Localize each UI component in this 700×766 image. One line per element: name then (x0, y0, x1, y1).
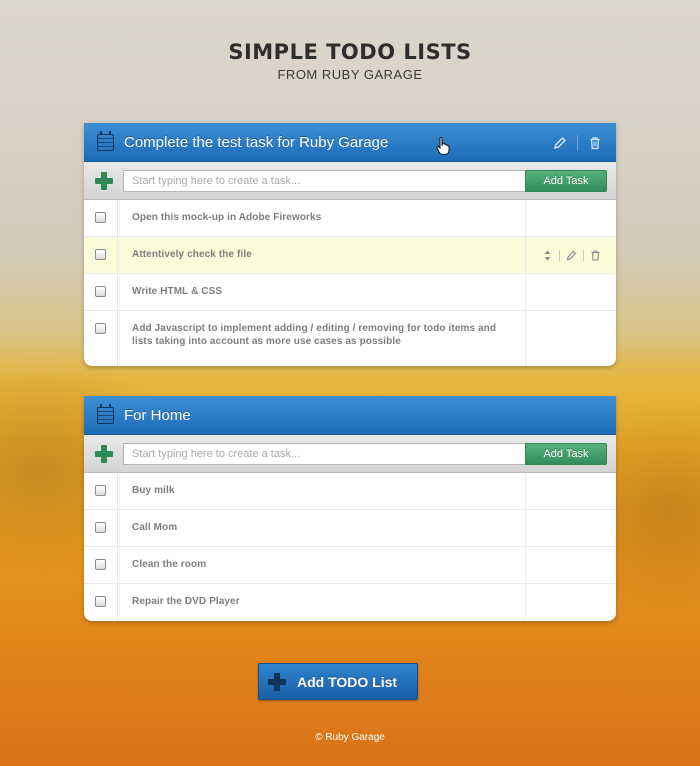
todo-list-title: For Home (124, 406, 191, 424)
task-row[interactable]: Write HTML & CSS (84, 274, 616, 311)
todo-list-header: For Home (84, 396, 616, 435)
divider (558, 249, 560, 261)
plus-icon (95, 444, 113, 463)
task-checkbox[interactable] (95, 522, 106, 533)
checkbox-cell (84, 274, 118, 310)
task-text: Buy milk (119, 473, 525, 509)
page-title: SIMPLE TODO LISTS (228, 40, 472, 64)
todo-list-header: Complete the test task for Ruby Garage (84, 123, 616, 162)
task-row[interactable]: Clean the room (84, 547, 616, 584)
task-checkbox[interactable] (95, 485, 106, 496)
task-checkbox[interactable] (95, 249, 106, 260)
checkbox-cell (84, 473, 118, 509)
task-text: Repair the DVD Player (119, 584, 525, 621)
task-text: Write HTML & CSS (119, 274, 525, 310)
pencil-icon[interactable] (566, 250, 577, 261)
trash-icon[interactable] (590, 249, 601, 261)
checkbox-cell (84, 311, 118, 366)
task-list: Open this mock-up in Adobe Fireworks Att… (84, 200, 616, 366)
pencil-icon[interactable] (553, 136, 567, 150)
task-text: Attentively check the file (119, 237, 525, 273)
footer-copyright: © Ruby Garage (315, 732, 385, 743)
task-list: Buy milk Call Mom Clean the room Repair … (84, 473, 616, 621)
todo-list-title: Complete the test task for Ruby Garage (124, 133, 389, 151)
add-task-row: Add Task (84, 435, 616, 473)
sort-icon[interactable] (542, 250, 553, 261)
new-task-input[interactable] (123, 169, 525, 192)
task-actions-cell (525, 547, 616, 583)
checkbox-cell (84, 584, 118, 621)
task-checkbox[interactable] (95, 559, 106, 570)
task-actions-cell (525, 274, 616, 310)
plus-icon (95, 171, 113, 190)
divider (577, 134, 578, 151)
add-task-button[interactable]: Add Task (525, 169, 607, 192)
trash-icon[interactable] (588, 136, 602, 150)
task-text: Open this mock-up in Adobe Fireworks (119, 200, 525, 236)
checkbox-cell (84, 510, 118, 546)
new-task-input[interactable] (123, 442, 525, 465)
task-row[interactable]: Buy milk (84, 473, 616, 510)
task-text: Clean the room (119, 547, 525, 583)
task-row[interactable]: Open this mock-up in Adobe Fireworks (84, 200, 616, 237)
task-actions-cell (525, 510, 616, 546)
task-actions-cell (525, 237, 616, 273)
task-checkbox[interactable] (95, 286, 106, 297)
add-todo-list-label: Add TODO List (297, 673, 398, 690)
plus-icon (268, 672, 286, 691)
task-row[interactable]: Call Mom (84, 510, 616, 547)
task-checkbox[interactable] (95, 212, 106, 223)
todo-list-card: Complete the test task for Ruby Garage A… (84, 123, 616, 366)
task-text: Call Mom (119, 510, 525, 546)
calendar-icon (97, 403, 114, 424)
page-header: SIMPLE TODO LISTS FROM RUBY GARAGE (0, 40, 700, 82)
add-task-button[interactable]: Add Task (525, 442, 607, 465)
task-actions-cell (525, 584, 616, 621)
todo-list-actions (553, 123, 602, 162)
task-checkbox[interactable] (95, 323, 106, 334)
task-row[interactable]: Repair the DVD Player (84, 584, 616, 621)
task-actions-cell (525, 200, 616, 236)
task-text: Add Javascript to implement adding / edi… (119, 311, 525, 366)
task-row[interactable]: Attentively check the file (84, 237, 616, 274)
checkbox-cell (84, 237, 118, 273)
task-actions-cell (525, 311, 616, 366)
add-task-row: Add Task (84, 162, 616, 200)
add-todo-list-button[interactable]: Add TODO List (258, 663, 418, 700)
hand-cursor-icon (436, 137, 450, 155)
page-subtitle: FROM RUBY GARAGE (277, 67, 423, 82)
task-checkbox[interactable] (95, 596, 106, 607)
calendar-icon (97, 130, 114, 151)
divider (582, 249, 584, 261)
checkbox-cell (84, 200, 118, 236)
task-row[interactable]: Add Javascript to implement adding / edi… (84, 311, 616, 366)
checkbox-cell (84, 547, 118, 583)
task-actions-cell (525, 473, 616, 509)
todo-list-card: For Home Add Task Buy milk Call Mom Clea… (84, 396, 616, 621)
